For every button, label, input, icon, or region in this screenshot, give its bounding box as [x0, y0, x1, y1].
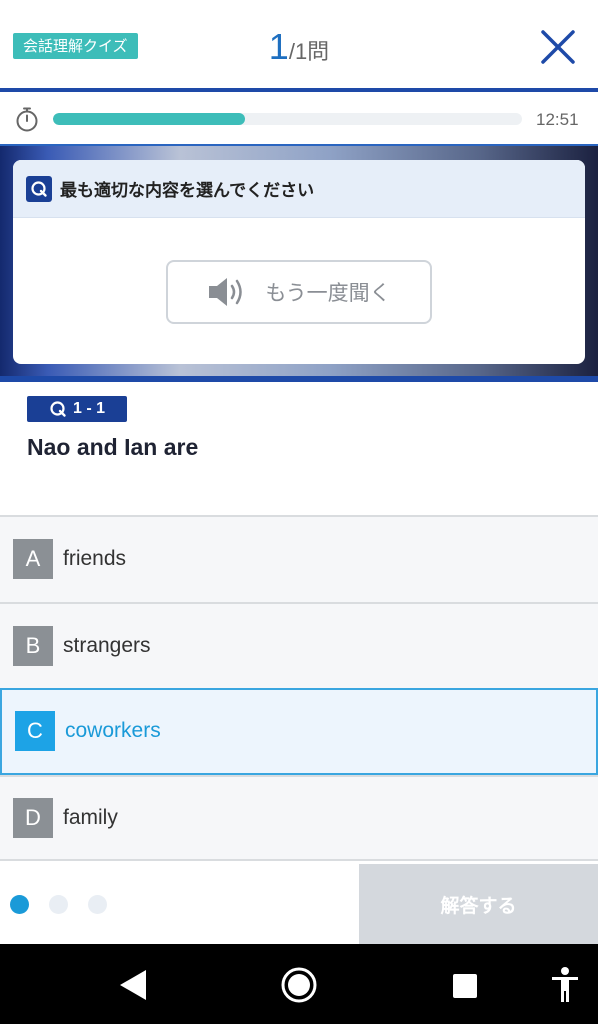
home-icon[interactable]: [280, 966, 318, 1004]
page-dot[interactable]: [10, 895, 29, 914]
counter-total: /1問: [288, 39, 330, 64]
page-indicator: [10, 895, 127, 914]
instruction-header: 最も適切な内容を選んでください: [13, 160, 585, 218]
option-a[interactable]: A friends: [0, 515, 598, 602]
speaker-icon: [209, 278, 243, 306]
close-button[interactable]: [538, 27, 578, 67]
back-icon[interactable]: [118, 968, 148, 1002]
time-progress-fill: [53, 113, 246, 125]
counter-current: 1: [268, 26, 289, 67]
question-number-badge: 1 - 1: [27, 396, 127, 422]
question-text: Nao and Ian are: [27, 434, 199, 460]
submit-answer-button[interactable]: 解答する: [359, 864, 598, 944]
question-number: 1 - 1: [72, 400, 105, 417]
option-b[interactable]: B strangers: [0, 601, 598, 688]
page-dot[interactable]: [88, 895, 107, 914]
instruction-card: 最も適切な内容を選んでください もう一度聞く: [13, 160, 585, 364]
media-divider: [0, 376, 598, 382]
header: 会話理解クイズ 1/1問: [0, 0, 598, 88]
option-label: friends: [63, 547, 127, 571]
answer-options: A friends B strangers C coworkers D fami…: [0, 515, 598, 861]
option-d[interactable]: D family: [0, 774, 598, 861]
time-progress-track: [53, 113, 522, 125]
listen-again-button[interactable]: もう一度聞く: [166, 260, 432, 324]
option-c[interactable]: C coworkers: [0, 688, 598, 775]
timer-bar: 12:51: [0, 92, 598, 146]
question-icon: [26, 175, 52, 202]
option-letter: B: [13, 625, 53, 666]
stopwatch-icon: [16, 107, 38, 132]
option-label: family: [63, 805, 118, 829]
question-icon: [50, 401, 66, 417]
question-counter: 1/1問: [0, 26, 598, 68]
recents-icon[interactable]: [452, 973, 478, 999]
option-letter: A: [13, 539, 53, 580]
option-letter: C: [15, 711, 55, 752]
option-letter: D: [13, 797, 53, 838]
footer: 解答する: [0, 864, 598, 944]
system-nav-bar: [0, 944, 598, 1024]
instruction-text: 最も適切な内容を選んでください: [60, 181, 315, 201]
time-remaining: 12:51: [536, 110, 579, 129]
page-dot[interactable]: [49, 895, 68, 914]
close-icon: [541, 30, 575, 64]
option-label: strangers: [63, 633, 151, 657]
option-label: coworkers: [65, 719, 161, 743]
listen-again-label: もう一度聞く: [265, 281, 391, 305]
accessibility-icon[interactable]: [550, 966, 580, 1004]
